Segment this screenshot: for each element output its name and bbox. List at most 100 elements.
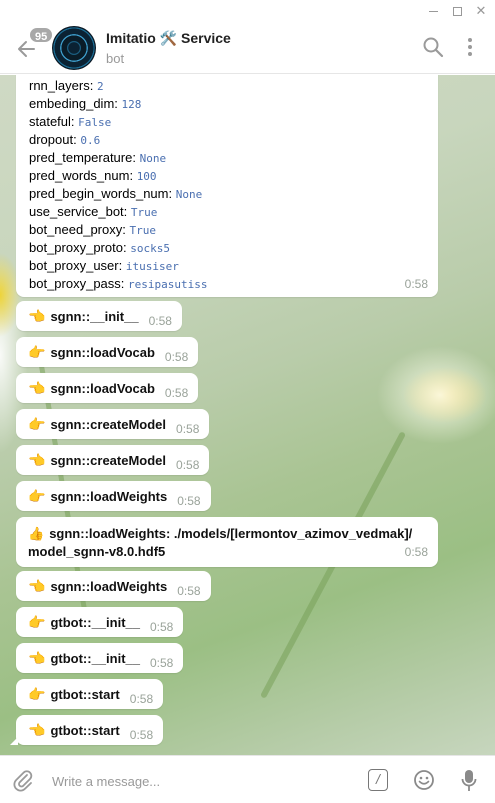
config-key: pred_temperature: (29, 150, 136, 165)
message-bubble[interactable]: 👈 sgnn::loadVocab 0:58 (16, 373, 199, 403)
config-value: 100 (136, 170, 157, 183)
config-value: itusiser (125, 260, 179, 273)
pointing-left-icon: 👈 (28, 380, 46, 396)
message-text: gtbot::__init__ (50, 615, 140, 630)
message-time: 0:58 (176, 422, 200, 436)
message-bubble[interactable]: 👈 sgnn::__init__ 0:58 (16, 301, 182, 331)
message-bubble[interactable]: 👍 sgnn::loadWeights: ./models/[lermontov_… (16, 517, 438, 567)
microphone-icon (461, 770, 477, 791)
chat-subtitle: bot (106, 51, 125, 66)
config-key: bot_proxy_user: (29, 258, 123, 273)
message-text: sgnn::__init__ (50, 309, 139, 324)
config-value: True (129, 224, 156, 237)
message-bubble[interactable]: 👈 sgnn::createModel 0:58 (16, 445, 210, 475)
message-bubble[interactable]: 👈 gtbot::start 0:58 (10, 715, 164, 745)
message-bubble[interactable]: 👉 sgnn::loadWeights 0:58 (16, 481, 211, 511)
message-time: 0:58 (176, 458, 200, 472)
message-text: sgnn::createModel (50, 417, 167, 432)
thumbs-up-icon: 👍 (28, 526, 45, 541)
message-bubble[interactable]: 👉 sgnn::loadVocab 0:58 (16, 337, 199, 367)
config-key: embeding_dim: (29, 96, 118, 111)
window-titlebar: ✕ (0, 0, 495, 22)
message-time: 0:58 (164, 350, 189, 364)
config-row: pred_begin_words_num: None (29, 185, 426, 203)
message-bubble[interactable]: 👈 gtbot::__init__ 0:58 (16, 643, 184, 673)
config-list: rnn_layers: 2 embeding_dim: 128 stateful: … (29, 77, 426, 293)
attach-button[interactable] (12, 768, 34, 792)
config-row: use_service_bot: True (29, 203, 426, 221)
unread-badge: 95 (28, 26, 55, 44)
config-row: embeding_dim: 128 (29, 95, 426, 113)
config-key: dropout: (29, 132, 77, 147)
chat-header: 95 Imitatio 🛠️ Service bot (0, 22, 495, 74)
message-text: sgnn::loadWeights: ./models/[lermontov_a… (49, 526, 413, 541)
pointing-right-icon: 👉 (28, 488, 46, 504)
message-composer: / (0, 755, 495, 803)
maximize-button[interactable] (448, 2, 466, 20)
config-row: bot_proxy_pass: resipasutiss (29, 275, 426, 293)
maximize-icon (452, 7, 462, 17)
message-text: sgnn::createModel (50, 453, 167, 468)
config-value: None (139, 152, 167, 165)
config-key: bot_proxy_proto: (29, 240, 127, 255)
config-value: socks5 (130, 242, 170, 255)
message-time: 0:58 (164, 386, 189, 400)
message-time: 0:58 (129, 728, 154, 742)
config-row: rnn_layers: 2 (29, 77, 426, 95)
search-button[interactable] (422, 36, 444, 58)
message-bubble[interactable]: 👉 gtbot::__init__ 0:58 (16, 607, 184, 637)
config-value: 128 (121, 98, 142, 111)
config-message[interactable]: rnn_layers: 2 embeding_dim: 128 stateful: … (16, 75, 438, 297)
pointing-right-icon: 👉 (28, 614, 46, 630)
pointing-left-icon: 👈 (28, 308, 46, 324)
config-key: rnn_layers: (29, 78, 94, 93)
message-bubble[interactable]: 👉 sgnn::createModel 0:58 (16, 409, 210, 439)
voice-record-button[interactable] (460, 768, 478, 794)
pointing-left-icon: 👈 (28, 722, 46, 738)
message-time: 0:58 (129, 692, 154, 706)
message-bubble[interactable]: 👉 gtbot::start 0:58 (16, 679, 164, 709)
config-key: pred_begin_words_num: (29, 186, 173, 201)
config-value: 0.6 (80, 134, 101, 147)
config-key: use_service_bot: (29, 204, 128, 219)
config-row: pred_words_num: 100 (29, 167, 426, 185)
message-text: gtbot::__init__ (50, 651, 140, 666)
config-value: False (78, 116, 112, 129)
minimize-button[interactable] (424, 2, 442, 20)
chat-title[interactable]: Imitatio 🛠️ Service (106, 30, 231, 47)
config-value: resipasutiss (128, 278, 208, 291)
config-value: True (130, 206, 158, 219)
message-time: 0:58 (150, 656, 174, 670)
message-input[interactable] (52, 770, 342, 792)
bot-commands-button[interactable]: / (368, 769, 388, 791)
emoji-button[interactable] (413, 769, 435, 791)
config-value: 2 (96, 80, 104, 93)
message-line: 👍 sgnn::loadWeights: ./models/[lermontov_… (28, 525, 428, 543)
minimize-icon (428, 11, 438, 13)
avatar[interactable] (52, 26, 96, 70)
config-value: None (175, 188, 203, 201)
message-text: gtbot::start (50, 723, 120, 738)
message-time: 0:58 (148, 314, 172, 328)
message-text: sgnn::loadVocab (50, 381, 155, 396)
chat-history[interactable]: rnn_layers: 2 embeding_dim: 128 stateful: … (0, 75, 495, 755)
pointing-right-icon: 👉 (28, 416, 46, 432)
config-row: pred_temperature: None (29, 149, 426, 167)
close-button[interactable]: ✕ (472, 2, 490, 20)
bubble-tail (10, 737, 18, 745)
more-vertical-icon (468, 38, 472, 56)
search-icon (423, 37, 444, 58)
pointing-right-icon: 👉 (28, 344, 46, 360)
message-text-continued: model_sgnn-v8.0.hdf5 (28, 544, 166, 559)
config-row: bot_proxy_user: itusiser (29, 257, 426, 275)
more-options-button[interactable] (462, 36, 478, 58)
config-key: bot_proxy_pass: (29, 276, 125, 291)
paperclip-icon (13, 770, 33, 792)
message-time: 0:58 (150, 620, 174, 634)
pointing-right-icon: 👉 (28, 686, 46, 702)
message-time: 0:58 (177, 584, 201, 598)
message-time: 0:58 (177, 494, 201, 508)
message-bubble[interactable]: 👈 sgnn::loadWeights 0:58 (16, 571, 211, 601)
message-text: gtbot::start (50, 687, 120, 702)
config-key: pred_words_num: (29, 168, 134, 183)
